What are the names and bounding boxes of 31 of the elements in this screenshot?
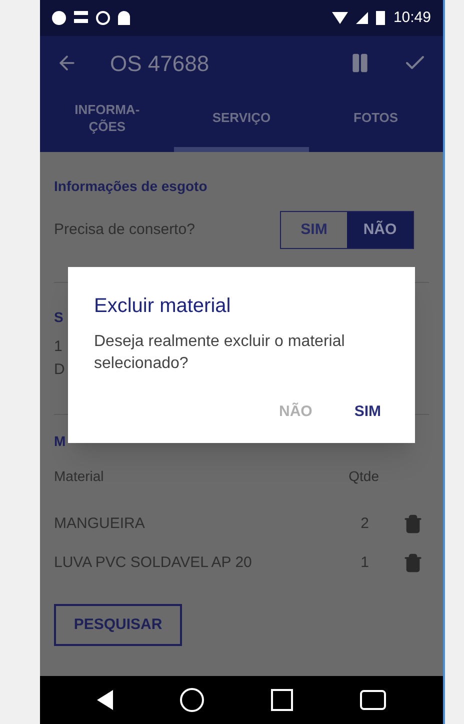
toolbar-title: OS 47688 [110,50,210,78]
search-button[interactable]: PESQUISAR [54,604,182,646]
material-cell-text: LUVA PVC SOLDAVEL AP 20 [54,552,253,572]
dialog-message: Deseja realmente excluir o material selecionado? [94,332,346,374]
tab[interactable]: SERVIÇO [174,90,309,152]
toggle-option[interactable]: NÃO [347,212,413,248]
status-time: 10:49 [393,8,431,28]
quantity-cell-text: 1 [360,552,369,572]
material-cell-text: 1 [54,337,62,357]
dialog-button[interactable]: SIM [354,401,381,424]
material-cell-text: MANGUEIRA [54,514,146,534]
toggle-option[interactable]: SIM [281,212,347,248]
section-title: Informações de esgoto [54,177,208,196]
battery-icon [376,11,386,25]
column-header: Material [54,467,105,486]
trash-icon[interactable] [403,552,423,573]
dialog-button[interactable]: NÃO [278,401,312,424]
tab[interactable]: FOTOS [308,90,443,152]
back-triangle-icon[interactable] [97,690,114,710]
column-header: Qtde [348,467,379,486]
tab[interactable]: INFORMA- ÇÕES [40,90,174,152]
question-label: Precisa de conserto? [54,220,196,240]
recents-square-icon[interactable] [270,689,293,711]
list-icon [74,11,88,23]
section-title: S [54,308,64,327]
material-cell-text: D [54,360,65,380]
wifi-icon [332,12,348,24]
section-title: M [54,432,67,451]
quantity-cell-text: 2 [360,514,369,534]
trash-icon[interactable] [403,514,423,534]
dialog-title: Excluir material [94,294,232,319]
